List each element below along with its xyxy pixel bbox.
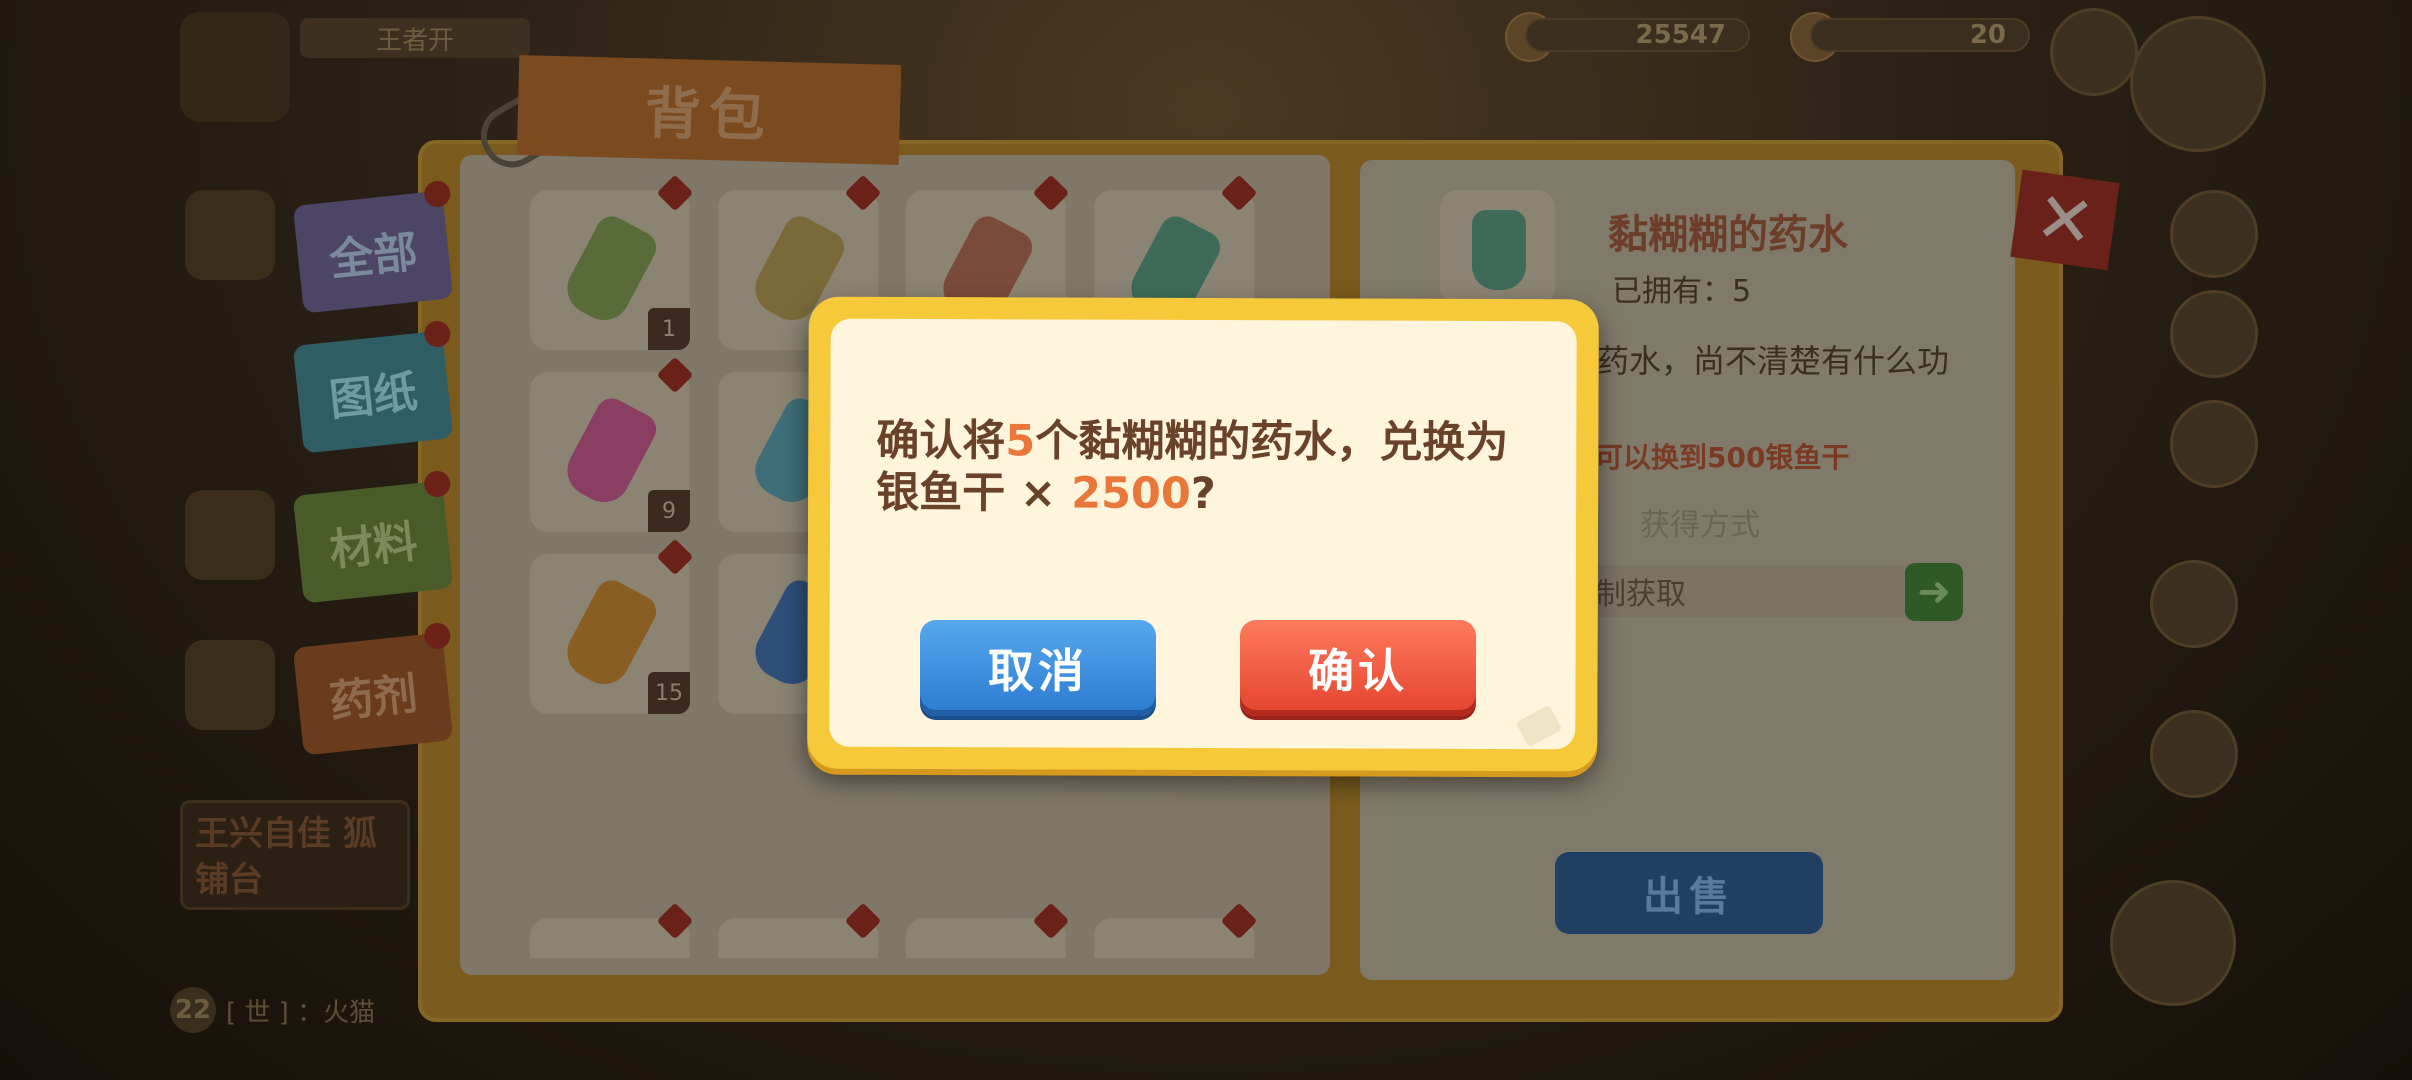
game-screen: 王者开 25547 20 王兴自佳 狐铺台 22 [ 世 ] ：火猫 背包 全部… (0, 0, 2412, 1080)
msg-amount: 2500 (1071, 468, 1191, 519)
msg-prefix: 确认将 (876, 415, 1006, 467)
msg-item: 个黏糊糊的药水，兑换为 (1035, 416, 1509, 469)
confirm-button[interactable]: 确认 (1240, 620, 1476, 716)
msg-currency: 银鱼干 × (876, 467, 1072, 519)
dialog-message: 确认将5个黏糊糊的药水，兑换为 银鱼干 × 2500? (876, 415, 1556, 521)
dialog-line-2: 银鱼干 × 2500? (876, 467, 1556, 521)
msg-question: ? (1190, 468, 1216, 520)
msg-count: 5 (1005, 416, 1036, 467)
dialog-line-1: 确认将5个黏糊糊的药水，兑换为 (876, 415, 1556, 469)
cancel-button[interactable]: 取消 (920, 620, 1156, 716)
